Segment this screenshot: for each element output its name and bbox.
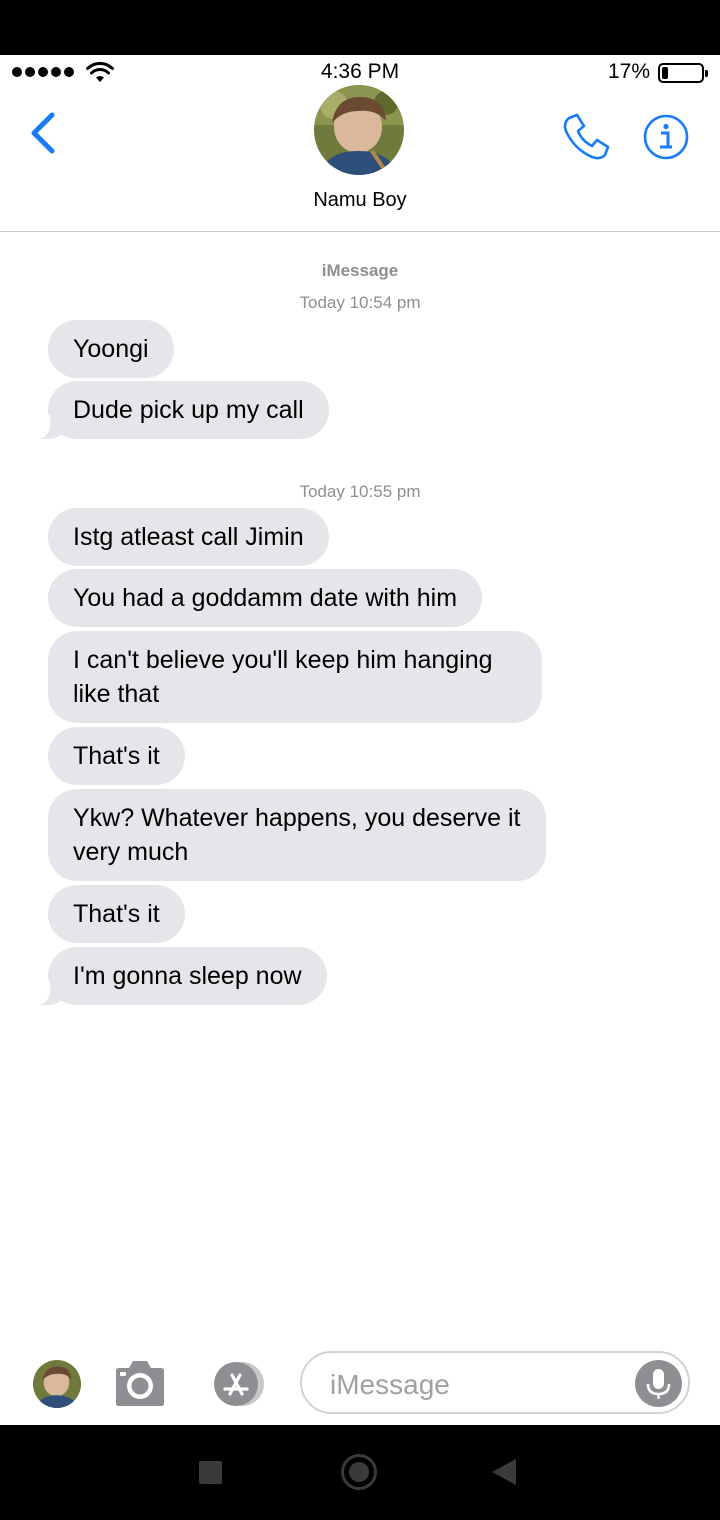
- contact-name[interactable]: Namu Boy: [0, 189, 720, 212]
- info-icon[interactable]: [642, 113, 690, 161]
- contact-avatar[interactable]: [314, 85, 404, 175]
- back-button[interactable]: [492, 1459, 516, 1485]
- microphone-button[interactable]: [635, 1360, 682, 1407]
- phone-icon[interactable]: [560, 111, 612, 163]
- battery-icon: [658, 63, 708, 83]
- message-bubble[interactable]: Yoongi: [48, 320, 174, 378]
- service-label: iMessage: [321, 261, 399, 280]
- battery-level-fill: [662, 67, 668, 79]
- message-bubble[interactable]: Istg atleast call Jimin: [48, 508, 329, 566]
- message-bubble[interactable]: That's it: [48, 885, 185, 943]
- message-bubble[interactable]: That's it: [48, 727, 185, 785]
- android-navigation-bar: [0, 1425, 720, 1520]
- microphone-icon: [646, 1369, 671, 1399]
- avatar-photo: [33, 1360, 81, 1408]
- message-input-placeholder: iMessage: [330, 1369, 450, 1400]
- contact-photo: [314, 85, 404, 175]
- chevron-left-icon[interactable]: [26, 109, 60, 157]
- top-black-bar: [0, 0, 720, 55]
- app-store-icon[interactable]: [204, 1360, 270, 1408]
- camera-icon[interactable]: [112, 1359, 168, 1407]
- compose-bar: iMessage: [0, 1340, 720, 1425]
- timestamp: Today 10:54 pm: [299, 293, 421, 312]
- message-input[interactable]: iMessage: [300, 1351, 690, 1414]
- message-bubble[interactable]: I'm gonna sleep now: [36, 947, 327, 1005]
- message-bubble[interactable]: You had a goddamm date with him: [48, 569, 483, 627]
- timestamp: Today 10:55 pm: [299, 482, 421, 501]
- messages-screen: 4:36 PM 17% Namu Boy iMessage Today 10:5…: [0, 55, 720, 1425]
- message-bubble[interactable]: Ykw? Whatever happens, you deserve it ve…: [48, 789, 546, 881]
- message-bubble[interactable]: Dude pick up my call: [36, 381, 329, 439]
- home-button[interactable]: [341, 1454, 377, 1490]
- status-bar: 4:36 PM 17%: [0, 55, 720, 89]
- memoji-avatar-button[interactable]: [33, 1360, 81, 1408]
- message-bubble[interactable]: I can't believe you'll keep him hanging …: [48, 631, 542, 723]
- conversation-header: Namu Boy: [0, 85, 720, 232]
- recent-apps-button[interactable]: [199, 1461, 222, 1484]
- battery-percent: 17%: [607, 60, 650, 83]
